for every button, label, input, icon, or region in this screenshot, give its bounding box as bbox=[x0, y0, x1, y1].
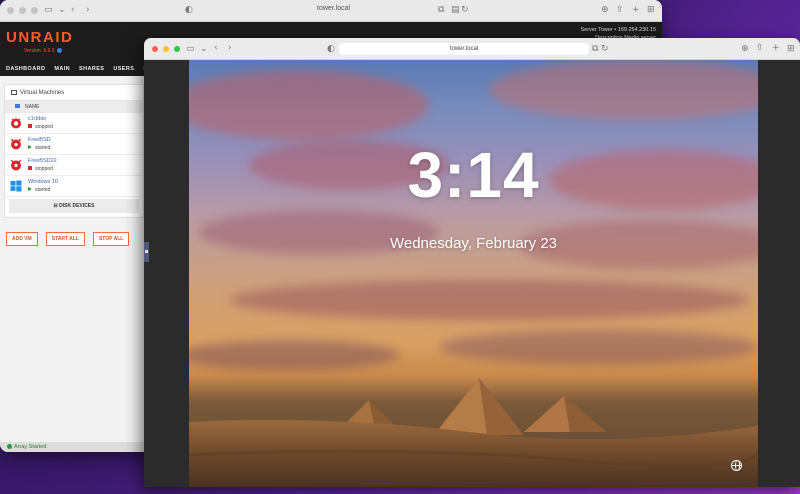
stopped-icon bbox=[28, 124, 32, 128]
freebsd-daemon-icon[interactable] bbox=[10, 138, 22, 150]
minimize-button[interactable] bbox=[19, 7, 26, 14]
forward-icon[interactable]: › bbox=[86, 5, 90, 15]
vm-state: stopped bbox=[28, 166, 53, 172]
server-line: Server Tower • 169.254.230.15 bbox=[580, 27, 656, 33]
sidebar-icon[interactable]: ▭ bbox=[44, 5, 53, 15]
forward-icon[interactable]: › bbox=[228, 43, 232, 53]
new-tab-icon[interactable]: + bbox=[772, 43, 780, 53]
nav-main[interactable]: MAIN bbox=[54, 62, 70, 76]
share-icon[interactable]: ⇧ bbox=[616, 5, 624, 15]
minimize-button[interactable] bbox=[163, 46, 169, 52]
window-controls[interactable] bbox=[7, 7, 38, 14]
table-header: NAME bbox=[5, 101, 143, 113]
lock-clock: 3:14 bbox=[407, 139, 540, 211]
zoom-button[interactable] bbox=[31, 7, 38, 14]
address-bar[interactable]: tower.local bbox=[339, 43, 589, 55]
vm-row[interactable]: c1rbbio stopped bbox=[5, 113, 143, 134]
window-controls[interactable] bbox=[152, 46, 180, 52]
pyramids-illustration bbox=[189, 378, 758, 487]
disk-devices-toggle[interactable]: ⊟ DISK DEVICES bbox=[9, 199, 139, 213]
chevron-down-icon[interactable]: ⌄ bbox=[200, 44, 208, 54]
privacy-shield-icon[interactable]: ◐ bbox=[185, 5, 193, 15]
translate-icon[interactable]: ⧉ bbox=[592, 44, 598, 54]
privacy-shield-icon[interactable]: ◐ bbox=[327, 44, 335, 54]
download-icon[interactable]: ⊕ bbox=[741, 44, 749, 54]
browser-toolbar: ▭ ⌄ ‹ › ◐ tower.local ⧉ ▤ ↻ ⊕ ⇧ + ⊞ bbox=[0, 0, 662, 22]
novnc-control-bar-handle[interactable] bbox=[144, 242, 149, 262]
back-icon[interactable]: ‹ bbox=[71, 5, 75, 15]
share-icon[interactable]: ⇧ bbox=[756, 43, 764, 53]
browser-toolbar: ▭ ⌄ ‹ › ◐ tower.local ⧉ ↻ ⊕ ⇧ + ⊞ bbox=[144, 38, 800, 60]
nav-dashboard[interactable]: DASHBOARD bbox=[6, 62, 45, 76]
windows-logo-icon[interactable] bbox=[10, 180, 22, 192]
vm-name[interactable]: c1rbbio bbox=[28, 116, 46, 122]
monitor-icon bbox=[11, 90, 17, 95]
close-button[interactable] bbox=[7, 7, 14, 14]
sidebar-icon[interactable]: ▭ bbox=[186, 44, 195, 54]
address-bar[interactable]: tower.local bbox=[317, 5, 350, 12]
debian-swirl-icon[interactable] bbox=[10, 117, 22, 129]
zoom-button[interactable] bbox=[174, 46, 180, 52]
reload-icon[interactable]: ↻ bbox=[601, 44, 609, 54]
new-tab-icon[interactable]: + bbox=[632, 5, 640, 15]
add-vm-button[interactable]: ADD VM bbox=[6, 232, 38, 246]
started-icon bbox=[28, 145, 32, 149]
lock-date: Wednesday, February 23 bbox=[389, 235, 558, 252]
vm-row[interactable]: FreeBSD22 stopped bbox=[5, 155, 143, 176]
vm-row[interactable]: Windows 10 started bbox=[5, 176, 143, 197]
stopped-icon bbox=[28, 166, 32, 170]
vm-console-browser-window: ▭ ⌄ ‹ › ◐ tower.local ⧉ ↻ ⊕ ⇧ + ⊞ 3:14 W… bbox=[144, 38, 800, 487]
vm-name[interactable]: FreeBSD bbox=[28, 137, 51, 143]
vm-state: started bbox=[28, 187, 50, 193]
version-label: Version: 6.9.2 bbox=[24, 48, 62, 54]
vm-panel: Virtual Machines NAME c1rbbio stopped Fr… bbox=[4, 84, 144, 218]
language-globe-icon[interactable] bbox=[731, 460, 742, 471]
panel-title: Virtual Machines bbox=[5, 85, 143, 101]
vm-row[interactable]: FreeBSD started bbox=[5, 134, 143, 155]
reader-icon[interactable]: ▤ bbox=[451, 5, 460, 15]
freebsd-daemon-icon[interactable] bbox=[10, 159, 22, 171]
vm-state: stopped bbox=[28, 124, 53, 130]
close-button[interactable] bbox=[152, 46, 158, 52]
translate-icon[interactable]: ⧉ bbox=[438, 5, 444, 15]
status-bar: Array Started bbox=[0, 442, 150, 452]
vm-actions: ADD VM START ALL STOP ALL bbox=[6, 232, 130, 246]
status-ok-icon bbox=[7, 444, 12, 449]
back-icon[interactable]: ‹ bbox=[214, 43, 218, 53]
unraid-logo[interactable]: UNRAID bbox=[6, 29, 73, 46]
vm-name[interactable]: FreeBSD22 bbox=[28, 158, 57, 164]
windows-lock-screen[interactable]: 3:14 Wednesday, February 23 bbox=[189, 60, 758, 487]
vm-state: started bbox=[28, 145, 50, 151]
grid-icon[interactable] bbox=[15, 104, 20, 108]
info-icon[interactable] bbox=[56, 48, 62, 54]
vm-name[interactable]: Windows 10 bbox=[28, 179, 58, 185]
chevron-down-icon[interactable]: ⌄ bbox=[58, 5, 66, 15]
tab-overview-icon[interactable]: ⊞ bbox=[787, 44, 795, 54]
nav-users[interactable]: USERS bbox=[113, 62, 134, 76]
reload-icon[interactable]: ↻ bbox=[461, 5, 469, 15]
start-all-button[interactable]: START ALL bbox=[45, 232, 85, 246]
tab-overview-icon[interactable]: ⊞ bbox=[647, 5, 655, 15]
download-icon[interactable]: ⊕ bbox=[601, 5, 609, 15]
nav-shares[interactable]: SHARES bbox=[79, 62, 104, 76]
started-icon bbox=[28, 187, 32, 191]
stop-all-button[interactable]: STOP ALL bbox=[92, 232, 130, 246]
